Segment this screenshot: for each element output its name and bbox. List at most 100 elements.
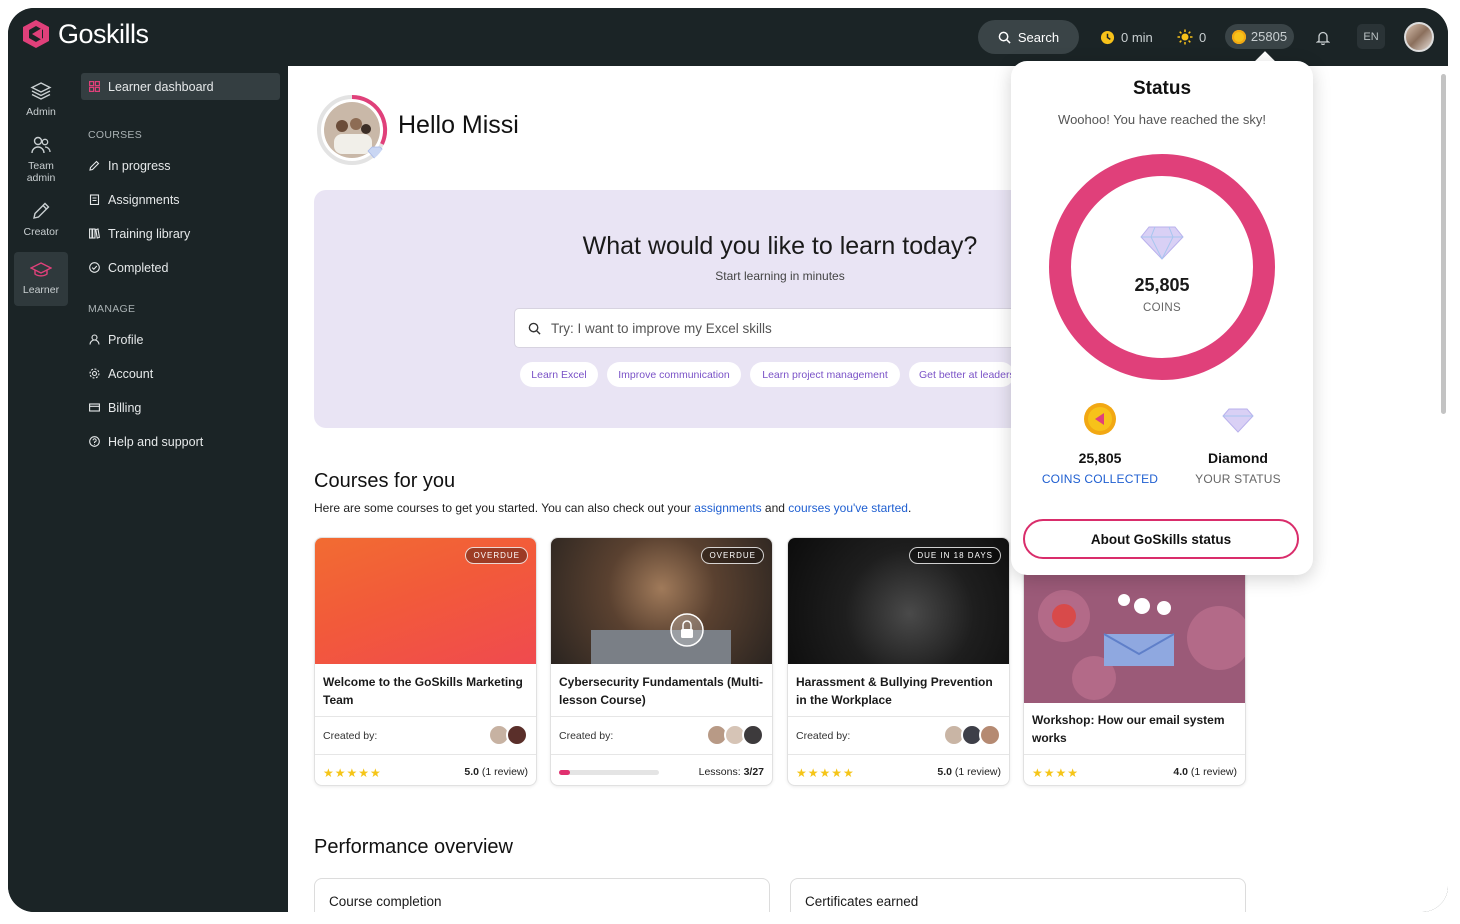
learn-search-input[interactable]: Try: I want to improve my Excel skills xyxy=(514,308,1074,348)
sidebar-item-account[interactable]: Account xyxy=(81,360,280,387)
about-status-button[interactable]: About GoSkills status xyxy=(1023,519,1299,559)
app-switcher-rail: Admin Team admin Creator Learner xyxy=(8,66,74,912)
sidebar-item-completed[interactable]: Completed xyxy=(81,254,280,281)
star-rating: ★★★★★ xyxy=(796,766,855,780)
desc-text: and xyxy=(761,501,789,515)
assignments-link[interactable]: assignments xyxy=(694,501,761,515)
courses-started-link[interactable]: courses you've started xyxy=(788,501,908,515)
search-placeholder: Try: I want to improve my Excel skills xyxy=(551,320,772,336)
courses-section-description: Here are some courses to get you started… xyxy=(314,501,911,515)
team-icon xyxy=(31,136,51,154)
coins-button[interactable]: 25805 xyxy=(1225,24,1294,49)
sidebar-item-assignments[interactable]: Assignments xyxy=(81,186,280,213)
rail-team-admin[interactable]: Team admin xyxy=(14,134,68,190)
divider xyxy=(788,716,1009,717)
clipboard-icon xyxy=(89,194,100,205)
greeting: Hello Missi xyxy=(398,111,519,139)
user-avatar[interactable] xyxy=(1404,22,1434,52)
avatar xyxy=(979,724,1001,746)
rail-admin[interactable]: Admin xyxy=(14,80,68,128)
created-by-label: Created by: xyxy=(323,730,378,742)
rail-admin-label: Admin xyxy=(26,106,56,118)
status-ring xyxy=(1049,154,1275,380)
chip-learn-excel[interactable]: Learn Excel xyxy=(520,362,598,387)
course-card[interactable]: OVERDUE Cybersecurity Fundamentals (Mult… xyxy=(550,537,773,786)
lessons-label: Lessons: xyxy=(698,766,741,778)
scrollbar[interactable] xyxy=(1441,74,1446,414)
panel-title: Certificates earned xyxy=(805,894,919,909)
lessons-value: 3/27 xyxy=(743,766,764,778)
search-icon xyxy=(998,31,1011,44)
rating-summary: 5.0 (1 review) xyxy=(464,766,528,778)
rail-learner-label: Learner xyxy=(22,284,60,296)
courses-section-title: Courses for you xyxy=(314,470,456,492)
rating-summary: 4.0 (1 review) xyxy=(1173,766,1237,778)
star-rating: ★★★★ xyxy=(1032,766,1080,780)
divider xyxy=(551,716,772,717)
divider xyxy=(1024,754,1245,755)
course-card[interactable]: DUE IN 18 DAYS Harassment & Bullying Pre… xyxy=(787,537,1010,786)
sidebar-item-label: Learner dashboard xyxy=(108,79,214,94)
chip-leadership[interactable]: Get better at leadership xyxy=(909,362,1014,387)
search-button[interactable]: Search xyxy=(978,20,1079,54)
credit-card-icon xyxy=(89,403,100,412)
coin-icon xyxy=(1231,29,1246,44)
course-title: Cybersecurity Fundamentals (Multi-lesson… xyxy=(559,675,764,707)
sidebar-item-in-progress[interactable]: In progress xyxy=(81,152,280,179)
sidebar-item-label: Training library xyxy=(108,226,191,241)
dashboard-icon xyxy=(89,81,100,92)
chip-learn-project-management[interactable]: Learn project management xyxy=(750,362,900,387)
divider xyxy=(315,754,536,755)
star-rating: ★★★★★ xyxy=(323,766,382,780)
sidebar-item-learner-dashboard[interactable]: Learner dashboard xyxy=(81,73,280,100)
course-completion-panel: Course completion xyxy=(314,878,770,912)
pencil-icon xyxy=(89,160,100,171)
desc-text: Here are some courses to get you started… xyxy=(314,501,695,515)
language-selector[interactable]: EN xyxy=(1357,24,1385,49)
sidebar: Learner dashboard COURSES In progress As… xyxy=(74,66,288,912)
creator-avatars xyxy=(943,724,1001,746)
sidebar-item-profile[interactable]: Profile xyxy=(81,326,280,353)
avatar xyxy=(506,724,528,746)
sidebar-item-label: Help and support xyxy=(108,434,204,449)
ring-coins-label: COINS xyxy=(1143,302,1181,314)
status-name: Diamond xyxy=(1208,450,1268,466)
sidebar-item-billing[interactable]: Billing xyxy=(81,394,280,421)
divider xyxy=(551,754,772,755)
rail-learner[interactable]: Learner xyxy=(14,252,68,306)
time-value: 0 min xyxy=(1121,29,1153,45)
learning-time[interactable]: 0 min xyxy=(1100,20,1153,54)
status-level-stat: Diamond YOUR STATUS xyxy=(1168,401,1308,486)
status-popup: Status Woohoo! You have reached the sky!… xyxy=(1011,61,1313,575)
status-badge: DUE IN 18 DAYS xyxy=(909,547,1001,564)
review-count: (1 review) xyxy=(954,766,1001,778)
streak-value: 0 xyxy=(1199,29,1207,45)
sidebar-item-help[interactable]: Help and support xyxy=(81,428,280,455)
performance-title: Performance overview xyxy=(314,836,513,858)
rail-creator[interactable]: Creator xyxy=(14,200,68,248)
rating-value: 5.0 xyxy=(464,766,479,778)
gear-icon xyxy=(89,368,100,379)
goskills-logo[interactable]: Goskills xyxy=(20,18,149,50)
sidebar-item-label: Assignments xyxy=(108,192,180,207)
streak[interactable]: 0 xyxy=(1177,20,1206,54)
review-count: (1 review) xyxy=(1190,766,1237,778)
library-icon xyxy=(89,228,100,239)
profile-avatar[interactable] xyxy=(316,94,388,166)
notifications-button[interactable] xyxy=(1316,20,1330,54)
user-icon xyxy=(89,334,100,345)
pencil-icon xyxy=(33,202,50,219)
help-icon xyxy=(89,436,100,447)
sidebar-item-label: Completed xyxy=(108,260,169,275)
sidebar-item-training-library[interactable]: Training library xyxy=(81,220,280,247)
status-badge: OVERDUE xyxy=(701,547,764,564)
sidebar-item-label: Account xyxy=(108,366,154,381)
course-title: Welcome to the GoSkills Marketing Team xyxy=(323,675,523,707)
course-card[interactable]: OVERDUE Welcome to the GoSkills Marketin… xyxy=(314,537,537,786)
search-label: Search xyxy=(1017,29,1060,45)
course-progress-bar xyxy=(559,770,659,775)
rating-value: 5.0 xyxy=(937,766,952,778)
chip-improve-communication[interactable]: Improve communication xyxy=(607,362,741,387)
sidebar-item-label: Billing xyxy=(108,400,142,415)
status-badge: OVERDUE xyxy=(465,547,528,564)
